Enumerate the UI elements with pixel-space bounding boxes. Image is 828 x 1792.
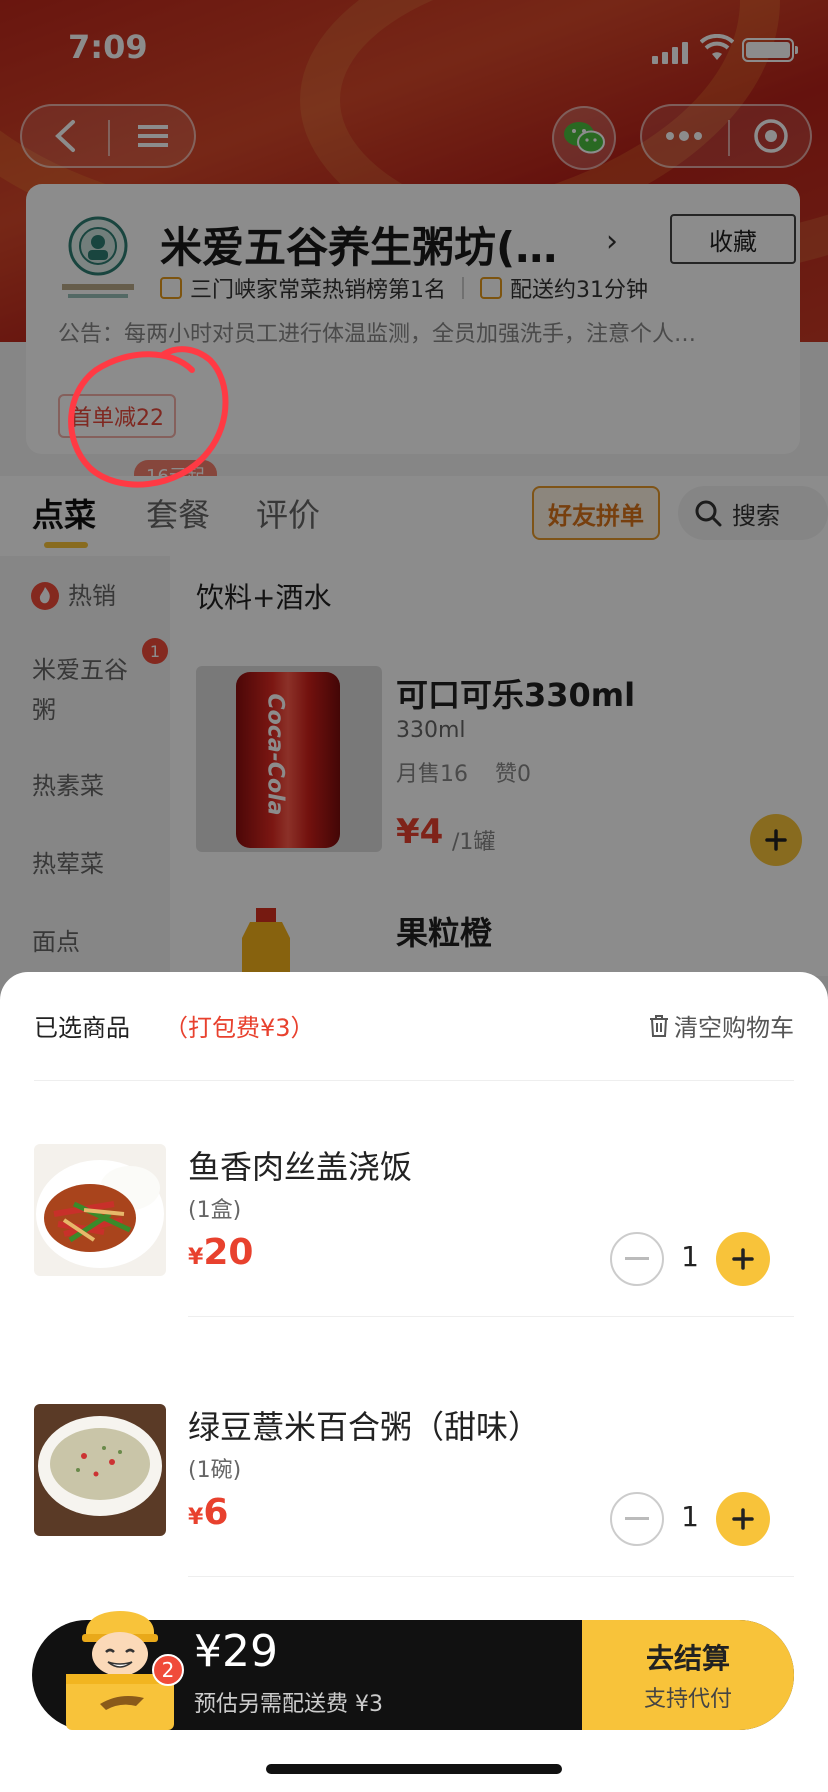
delivery-fee-note: 预估另需配送费 ¥3 (194, 1692, 383, 1717)
currency-symbol: ¥ (188, 1245, 204, 1270)
cart-item: 绿豆薏米百合粥（甜味） (1碗) ¥6 1 (0, 1404, 828, 1564)
cart-item-price: ¥6 (188, 1492, 228, 1533)
checkout-sub-label: 支持代付 (643, 1687, 732, 1712)
cart-item: 鱼香肉丝盖浇饭 (1盒) ¥20 1 (0, 1144, 828, 1304)
minus-icon (625, 1257, 649, 1260)
minus-icon (625, 1517, 649, 1520)
divider (34, 1080, 794, 1081)
clear-cart-button[interactable]: 清空购物车 (648, 1008, 794, 1043)
clear-cart-label: 清空购物车 (674, 1014, 794, 1042)
cart-header: 已选商品 (34, 1014, 130, 1042)
cart-total: ¥29 (194, 1626, 278, 1677)
decrease-qty-button[interactable] (610, 1232, 664, 1286)
cart-count-badge: 2 (152, 1654, 184, 1686)
checkout-button[interactable]: 去结算 支持代付 (582, 1620, 794, 1730)
divider (188, 1576, 794, 1577)
divider (188, 1316, 794, 1317)
checkout-label: 去结算 (645, 1642, 730, 1675)
quantity-value: 1 (681, 1500, 699, 1533)
cart-item-unit: (1盒) (188, 1198, 242, 1223)
plus-icon (732, 1508, 754, 1530)
plus-icon (732, 1248, 754, 1270)
cart-item-image[interactable] (34, 1404, 166, 1536)
price-value: 6 (203, 1492, 229, 1533)
increase-qty-button[interactable] (716, 1232, 770, 1286)
cart-item-price: ¥20 (188, 1232, 253, 1273)
decrease-qty-button[interactable] (610, 1492, 664, 1546)
currency-symbol: ¥ (188, 1505, 204, 1530)
home-indicator[interactable] (266, 1764, 562, 1774)
price-value: 20 (203, 1232, 254, 1273)
increase-qty-button[interactable] (716, 1492, 770, 1546)
cart-item-image[interactable] (34, 1144, 166, 1276)
quantity-value: 1 (681, 1240, 699, 1273)
cart-item-name: 鱼香肉丝盖浇饭 (188, 1148, 413, 1186)
cart-item-name: 绿豆薏米百合粥（甜味） (188, 1408, 541, 1446)
cart-item-unit: (1碗) (188, 1458, 242, 1483)
annotation-circle (68, 346, 229, 488)
trash-icon (650, 1014, 668, 1037)
packing-fee: （打包费¥3） (164, 1014, 315, 1042)
